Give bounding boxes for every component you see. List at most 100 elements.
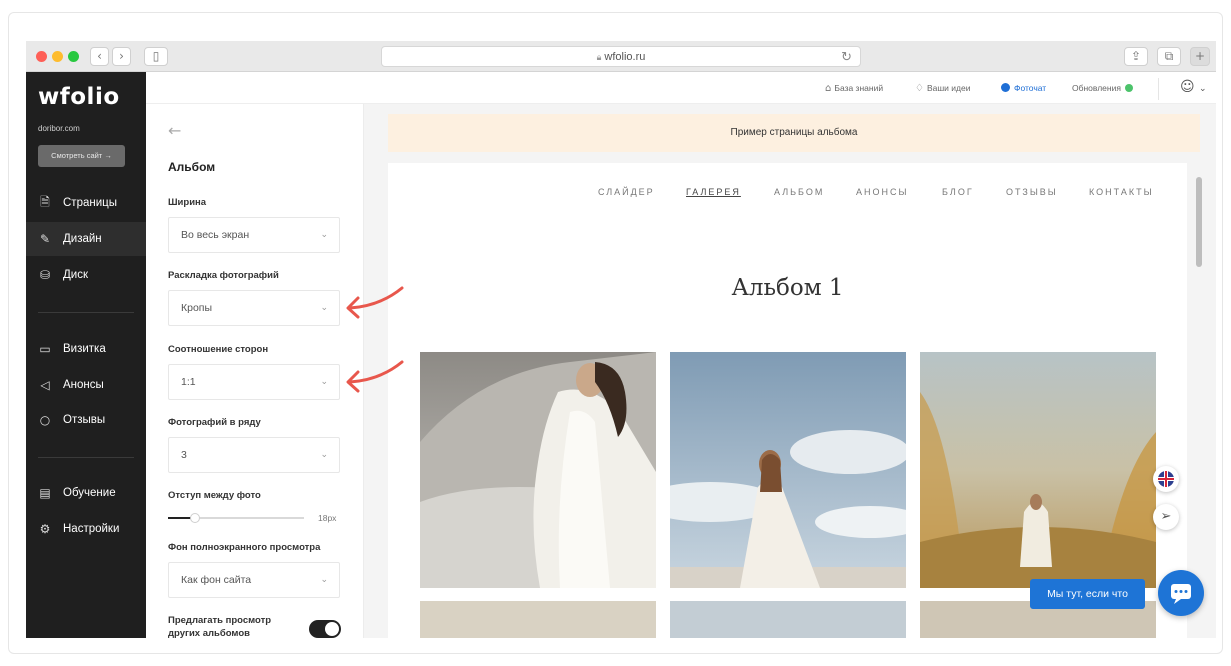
chevron-down-icon: ⌄ [320, 303, 328, 313]
tabs-icon[interactable]: ⧉ [1157, 47, 1181, 66]
chevron-down-icon: ⌄ [320, 230, 328, 240]
ratio-select[interactable]: 1:1 ⌄ [168, 364, 340, 400]
fullscreen-bg-select[interactable]: Как фон сайта ⌄ [168, 562, 340, 598]
photo-woman-sky [670, 352, 906, 588]
language-flag-icon[interactable] [1153, 466, 1179, 492]
updates-status-dot [1124, 84, 1133, 92]
suggest-albums-toggle[interactable] [309, 620, 341, 638]
page-icon: 🗎 [40, 194, 50, 209]
ratio-value: 1:1 [181, 376, 196, 388]
gap-label: Отступ между фото [168, 490, 261, 501]
ideas-link[interactable]: ♢ Ваши идеи [915, 83, 970, 94]
forward-nav-icon[interactable]: › [112, 47, 131, 66]
view-site-button[interactable]: Смотреть сайт → [38, 145, 125, 167]
uk-flag-icon [1158, 471, 1174, 487]
chevron-down-icon: ⌄ [320, 377, 328, 387]
menu-item-album[interactable]: АЛЬБОМ [774, 187, 824, 197]
photochat-link[interactable]: Фоточат [1001, 83, 1046, 93]
photo-woman-on-dune [420, 352, 656, 588]
layout-select[interactable]: Кропы ⌄ [168, 290, 340, 326]
sidebar-item-announcements[interactable]: ◁ Анонсы [26, 368, 146, 402]
book-icon: ▤ [39, 486, 51, 500]
url-text: wfolio.ru [604, 51, 646, 63]
sidebar-item-label: Дизайн [63, 233, 102, 245]
knowledge-base-label: База знаний [834, 83, 884, 93]
menu-item-blog[interactable]: БЛОГ [942, 187, 974, 197]
lock-icon: 🔒︎ [596, 52, 602, 62]
preview-scrollbar[interactable] [1193, 167, 1204, 633]
share-icon[interactable]: ⇪ [1124, 47, 1148, 66]
album-photo[interactable] [670, 352, 906, 588]
fullscreen-bg-value: Как фон сайта [181, 574, 252, 586]
gear-icon: ⚙ [39, 522, 51, 536]
knowledge-base-link[interactable]: ⌂ База знаний [825, 83, 883, 94]
top-bar: ⌂ База знаний ♢ Ваши идеи Фоточат Обновлен… [146, 72, 1216, 104]
user-avatar-icon[interactable]: ☺ ⌄ [1180, 79, 1207, 95]
lightbulb-icon: ♢ [915, 83, 924, 94]
reviews-icon: ○ [39, 413, 51, 427]
zoom-window-dot[interactable] [68, 51, 79, 62]
menu-item-reviews[interactable]: ОТЗЫВЫ [1006, 187, 1058, 197]
chevron-down-icon: ⌄ [320, 450, 328, 460]
topbar-divider [1158, 78, 1159, 100]
gap-slider-handle[interactable] [190, 513, 201, 523]
photochat-icon [1001, 83, 1010, 92]
preview-notice: Пример страницы альбома [388, 114, 1200, 152]
width-select[interactable]: Во весь экран ⌄ [168, 217, 340, 253]
scrollbar-thumb[interactable] [1196, 177, 1202, 267]
suggest-albums-label: Предлагать просмотр других альбомов [168, 615, 272, 638]
chat-prompt-bubble[interactable]: Мы тут, если что [1030, 579, 1145, 609]
graduation-cap-icon: ⌂ [825, 83, 832, 94]
send-icon[interactable]: ➢ [1153, 504, 1179, 530]
album-photo[interactable] [420, 352, 656, 588]
sidebar-item-label: Отзывы [63, 414, 106, 426]
chat-icon [1171, 584, 1191, 604]
sidebar-item-label: Обучение [63, 487, 116, 499]
photo-woman-in-field [920, 352, 1156, 588]
reload-icon[interactable]: ↻ [841, 48, 852, 68]
chat-button[interactable] [1158, 570, 1204, 616]
album-preview: Пример страницы альбома СЛАЙДЕР ГАЛЕРЕЯ … [364, 104, 1216, 638]
updates-link[interactable]: Обновления [1072, 83, 1133, 93]
per-row-select[interactable]: 3 ⌄ [168, 437, 340, 473]
sidebar: wfolio doribor.com Смотреть сайт → 🗎 Стра… [26, 72, 146, 638]
sidebar-item-reviews[interactable]: ○ Отзывы [26, 403, 146, 437]
album-title: Альбом 1 [731, 275, 844, 301]
menu-item-contacts[interactable]: КОНТАКТЫ [1089, 187, 1154, 197]
new-tab-icon[interactable]: + [1190, 47, 1210, 66]
panel-title: Альбом [168, 160, 216, 174]
sidebar-toggle-icon[interactable]: ▯ [144, 47, 168, 66]
sidebar-item-design[interactable]: ✎ Дизайн [26, 222, 146, 256]
photochat-label: Фоточат [1014, 83, 1047, 93]
preview-page: СЛАЙДЕР ГАЛЕРЕЯ АЛЬБОМ АНОНСЫ БЛОГ ОТЗЫВ… [388, 163, 1187, 638]
gap-slider[interactable] [168, 513, 304, 523]
disk-icon: ⛁ [39, 268, 51, 282]
sidebar-item-disk[interactable]: ⛁ Диск [26, 258, 146, 292]
annotation-arrow-icon [346, 360, 404, 393]
sidebar-item-card[interactable]: ▭ Визитка [26, 332, 146, 366]
back-arrow-icon[interactable]: ← [168, 121, 181, 140]
browser-toolbar: ‹ › ▯ 🔒︎ wfolio.ru ↻ ⇪ ⧉ + [26, 41, 1216, 72]
menu-item-announcements[interactable]: АНОНСЫ [856, 187, 908, 197]
close-window-dot[interactable] [36, 51, 47, 62]
album-photo[interactable] [670, 601, 906, 638]
per-row-label: Фотографий в ряду [168, 417, 261, 428]
menu-item-slider[interactable]: СЛАЙДЕР [598, 187, 655, 197]
sidebar-item-pages[interactable]: 🗎 Страницы [26, 186, 146, 220]
per-row-value: 3 [181, 449, 187, 461]
menu-item-gallery[interactable]: ГАЛЕРЕЯ [686, 187, 741, 197]
minimize-window-dot[interactable] [52, 51, 63, 62]
address-bar[interactable]: 🔒︎ wfolio.ru ↻ [381, 46, 861, 67]
back-nav-icon[interactable]: ‹ [90, 47, 109, 66]
album-photo[interactable] [920, 352, 1156, 588]
sidebar-divider [38, 457, 134, 458]
layout-label: Раскладка фотографий [168, 270, 279, 281]
sidebar-item-label: Анонсы [63, 379, 104, 391]
album-photo[interactable] [420, 601, 656, 638]
sidebar-divider [38, 312, 134, 313]
settings-panel: ← Альбом Ширина Во весь экран ⌄ Раскладка… [146, 104, 364, 638]
annotation-arrow-icon [346, 286, 404, 319]
toggle-knob [325, 622, 339, 636]
sidebar-item-learning[interactable]: ▤ Обучение [26, 476, 146, 510]
sidebar-item-settings[interactable]: ⚙ Настройки [26, 512, 146, 546]
